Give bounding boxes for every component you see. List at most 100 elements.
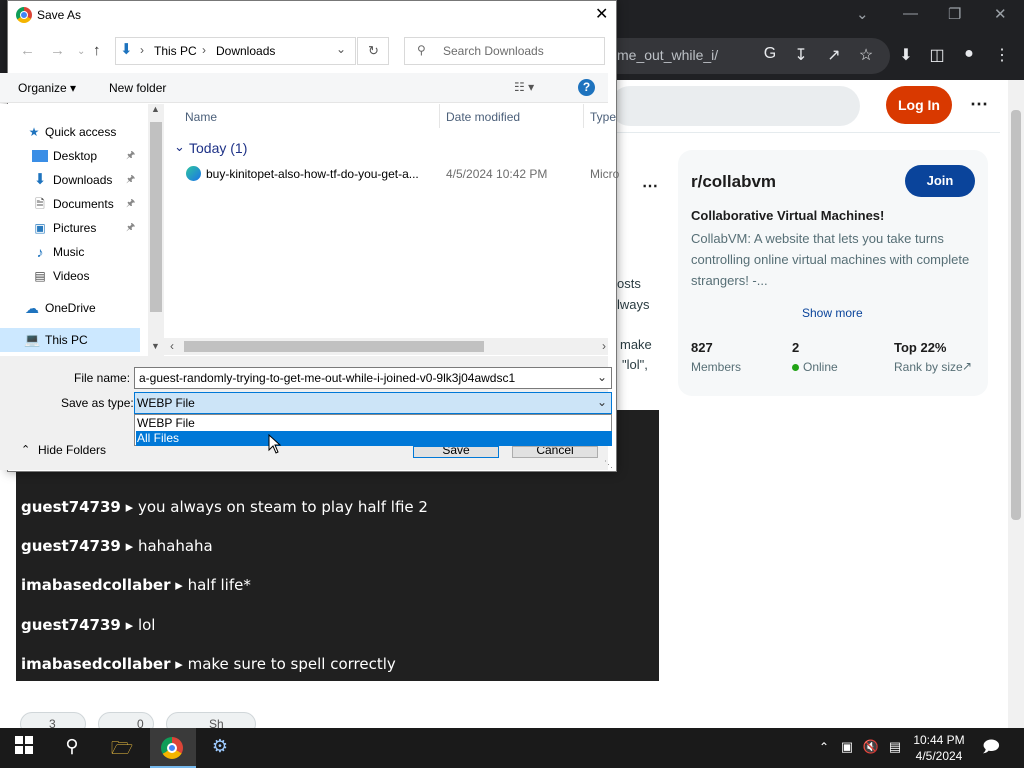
bookmark-star-icon[interactable]: ☆ bbox=[854, 45, 878, 65]
file-name-input[interactable]: a-guest-randomly-trying-to-get-me-out-wh… bbox=[134, 367, 612, 389]
action-center-icon[interactable]: 🗩 bbox=[976, 736, 1006, 760]
nav-music[interactable]: ♪ Music bbox=[0, 240, 140, 264]
forward-arrow-icon[interactable]: → bbox=[50, 42, 65, 59]
nav-videos[interactable]: ▤ Videos bbox=[0, 264, 140, 288]
url-text[interactable]: me_out_while_i/ bbox=[617, 47, 718, 63]
nav-this-pc[interactable]: 💻 This PC bbox=[0, 328, 140, 352]
chrome-menu-icon[interactable]: ⋮ bbox=[990, 45, 1014, 65]
scroll-right-icon[interactable]: › bbox=[602, 339, 606, 353]
more-options-icon[interactable]: ⋯ bbox=[970, 94, 988, 115]
taskbar-search-icon[interactable]: ⚲ bbox=[57, 736, 87, 760]
chrome-icon bbox=[16, 7, 32, 23]
group-collapse-icon[interactable]: ⌄ bbox=[174, 139, 185, 155]
save-button[interactable]: Save bbox=[413, 446, 499, 458]
save-as-type-select[interactable]: WEBP File ⌄ bbox=[134, 392, 612, 414]
page-scroll-thumb[interactable] bbox=[1011, 110, 1021, 520]
nav-onedrive[interactable]: ☁ OneDrive bbox=[0, 296, 140, 320]
breadcrumb-separator-icon: › bbox=[202, 43, 206, 57]
close-browser-icon[interactable]: ✕ bbox=[994, 5, 1007, 23]
post-options-icon[interactable]: ⋯ bbox=[642, 176, 658, 196]
recent-locations-icon[interactable]: ⌄ bbox=[77, 46, 85, 57]
online-indicator-icon bbox=[792, 364, 799, 371]
rank-label[interactable]: Rank by size bbox=[894, 360, 963, 374]
nav-documents[interactable]: 🗎 Documents 🖈 bbox=[0, 192, 140, 216]
option-webp[interactable]: WEBP File bbox=[136, 416, 612, 431]
column-date-modified[interactable]: Date modified bbox=[446, 110, 520, 124]
column-divider bbox=[583, 104, 584, 128]
refresh-button[interactable]: ↻ bbox=[357, 37, 389, 65]
nav-pane-scroll-thumb[interactable] bbox=[150, 122, 162, 312]
column-type[interactable]: Type bbox=[590, 110, 616, 124]
rank-value: Top 22% bbox=[894, 340, 947, 355]
scroll-left-icon[interactable]: ‹ bbox=[170, 339, 174, 353]
new-folder-button[interactable]: New folder bbox=[109, 81, 166, 95]
external-link-icon[interactable]: ↗ bbox=[962, 359, 972, 373]
post-actions: 3 0 Sh bbox=[20, 712, 260, 736]
save-as-type-dropdown-icon[interactable]: ⌄ bbox=[597, 395, 607, 409]
pin-icon: 🖈 bbox=[126, 198, 136, 209]
nav-desktop[interactable]: Desktop 🖈 bbox=[0, 144, 140, 168]
chevron-down-icon[interactable]: ⌄ bbox=[856, 5, 869, 23]
minimize-icon[interactable]: — bbox=[903, 5, 918, 22]
hide-folders-button[interactable]: Hide Folders bbox=[38, 443, 106, 457]
post-text-fragment: lways bbox=[617, 297, 650, 312]
cancel-button[interactable]: Cancel bbox=[512, 446, 598, 458]
edge-file-icon bbox=[186, 166, 201, 181]
steam-icon[interactable]: ⚙ bbox=[205, 736, 235, 760]
breadcrumb-separator-icon: › bbox=[140, 43, 144, 57]
search-downloads-input[interactable]: ⚲ Search Downloads bbox=[404, 37, 605, 65]
computer-icon: 💻 bbox=[24, 332, 41, 347]
file-name[interactable]: buy-kinitopet-also-how-tf-do-you-get-a..… bbox=[206, 167, 419, 181]
install-app-icon[interactable]: ↧ bbox=[789, 45, 813, 65]
breadcrumb-this-pc[interactable]: This PC bbox=[154, 44, 197, 58]
chat-line: guest74739 ▸ hahahaha bbox=[21, 537, 213, 555]
login-button[interactable]: Log In bbox=[886, 86, 952, 124]
scroll-up-icon[interactable]: ▲ bbox=[151, 104, 160, 114]
breadcrumb-downloads[interactable]: Downloads bbox=[216, 44, 275, 58]
file-explorer-icon[interactable]: 🗁 bbox=[107, 736, 137, 760]
download-icon[interactable]: ⬇ bbox=[894, 45, 918, 65]
restore-icon[interactable]: ❐ bbox=[948, 5, 961, 23]
join-button[interactable]: Join bbox=[905, 165, 975, 197]
group-header[interactable]: Today (1) bbox=[189, 140, 247, 156]
chat-line: guest74739 ▸ lol bbox=[21, 616, 156, 634]
show-more-button[interactable]: Show more bbox=[802, 306, 863, 320]
scroll-down-icon[interactable]: ▼ bbox=[151, 341, 160, 351]
share-icon[interactable]: ↗ bbox=[822, 45, 846, 65]
command-bar: Organize ▾ New folder ☷ ▾ ? bbox=[0, 73, 608, 103]
chrome-taskbar-icon[interactable] bbox=[150, 728, 196, 768]
nav-downloads[interactable]: ⬇ Downloads 🖈 bbox=[0, 168, 140, 192]
clock[interactable]: 10:44 PM 4/5/2024 bbox=[900, 732, 978, 764]
community-name[interactable]: r/collabvm bbox=[691, 172, 776, 192]
path-dropdown-icon[interactable]: ⌄ bbox=[336, 42, 346, 56]
resize-grip-icon[interactable]: ⋱ bbox=[604, 459, 613, 470]
start-button[interactable] bbox=[9, 736, 39, 760]
option-all-files[interactable]: All Files bbox=[136, 431, 612, 446]
chevron-up-icon[interactable]: ⌃ bbox=[21, 443, 30, 456]
profile-icon[interactable]: ● bbox=[957, 45, 981, 63]
save-as-type-value: WEBP File bbox=[137, 396, 195, 410]
pin-icon: 🖈 bbox=[126, 174, 136, 185]
view-options-icon[interactable]: ☷ ▾ bbox=[514, 80, 534, 94]
path-bar[interactable]: ⬇ › This PC › Downloads ⌄ bbox=[115, 37, 356, 65]
file-list-hscroll-thumb[interactable] bbox=[184, 341, 484, 352]
cloud-icon: ☁ bbox=[25, 300, 39, 316]
side-panel-icon[interactable]: ◫ bbox=[925, 45, 949, 65]
community-description: CollabVM: A website that lets you take t… bbox=[691, 231, 970, 288]
google-icon[interactable]: G bbox=[758, 45, 782, 63]
column-name[interactable]: Name bbox=[185, 110, 217, 124]
reddit-search-bar[interactable] bbox=[610, 86, 860, 126]
nav-quick-access[interactable]: ★ Quick access bbox=[0, 120, 140, 144]
back-arrow-icon[interactable]: ← bbox=[20, 42, 35, 59]
post-text-fragment: "lol", bbox=[622, 357, 648, 372]
nav-pictures[interactable]: ▣ Pictures 🖈 bbox=[0, 216, 140, 240]
music-icon: ♪ bbox=[36, 244, 44, 260]
help-icon[interactable]: ? bbox=[578, 79, 595, 96]
up-arrow-icon[interactable]: ↑ bbox=[93, 42, 101, 59]
file-name-label: File name: bbox=[74, 371, 131, 385]
file-name-dropdown-icon[interactable]: ⌄ bbox=[597, 370, 607, 384]
videos-icon: ▤ bbox=[34, 269, 46, 283]
organize-button[interactable]: Organize ▾ bbox=[18, 81, 76, 95]
dialog-close-icon[interactable]: ✕ bbox=[595, 4, 608, 24]
community-subtitle: Collaborative Virtual Machines! bbox=[691, 208, 885, 223]
